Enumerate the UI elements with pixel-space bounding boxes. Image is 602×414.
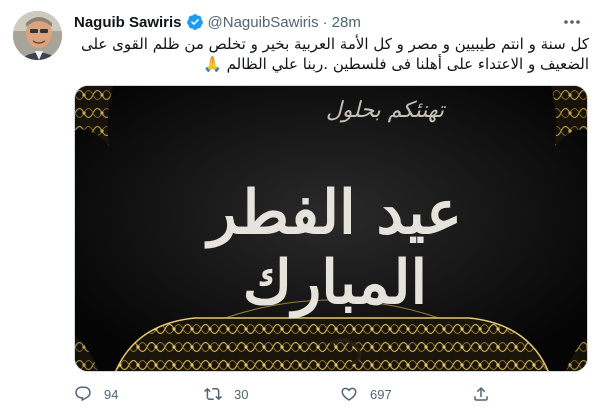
retweet-count: 30 xyxy=(234,386,249,402)
reply-button[interactable]: 94 xyxy=(74,384,118,404)
separator-dot: · xyxy=(322,13,328,31)
heart-icon xyxy=(340,385,370,403)
avatar[interactable] xyxy=(13,11,62,60)
tweet-text-line-2: الضعيف و الاعتداء على أهلنا فى فلسطين .ر… xyxy=(203,55,589,73)
author-name[interactable]: Naguib Sawiris xyxy=(74,14,182,31)
tweet-timestamp[interactable]: 28m xyxy=(332,14,361,31)
tweet-actions: 94 30 697 xyxy=(74,384,589,404)
author-handle[interactable]: @NaguibSawiris xyxy=(208,14,319,31)
tweet-header: Naguib Sawiris @NaguibSawiris · 28m xyxy=(74,11,361,33)
more-icon[interactable] xyxy=(562,13,582,31)
reply-count: 94 xyxy=(104,386,119,402)
tweet-media-image[interactable]: تهنئكم بحلول عيد الفطر المبارك xyxy=(74,85,588,372)
share-button[interactable] xyxy=(472,384,502,404)
retweet-button[interactable]: 30 xyxy=(204,384,248,404)
like-button[interactable]: 697 xyxy=(340,384,392,404)
tweet[interactable]: Naguib Sawiris @NaguibSawiris · 28m كل س… xyxy=(0,0,602,414)
reply-icon xyxy=(74,385,104,403)
media-greeting-top: تهنئكم بحلول xyxy=(325,98,445,123)
like-count: 697 xyxy=(370,386,392,402)
retweet-icon xyxy=(204,385,234,403)
verified-badge-icon xyxy=(186,13,204,31)
share-icon xyxy=(472,385,502,403)
tweet-text-line-1: كل سنة و انتم طيبيين و مصر و كل الأمة ال… xyxy=(80,35,589,53)
media-greeting-main: عيد الفطر المبارك xyxy=(208,178,462,318)
tweet-text: كل سنة و انتم طيبيين و مصر و كل الأمة ال… xyxy=(74,34,589,74)
